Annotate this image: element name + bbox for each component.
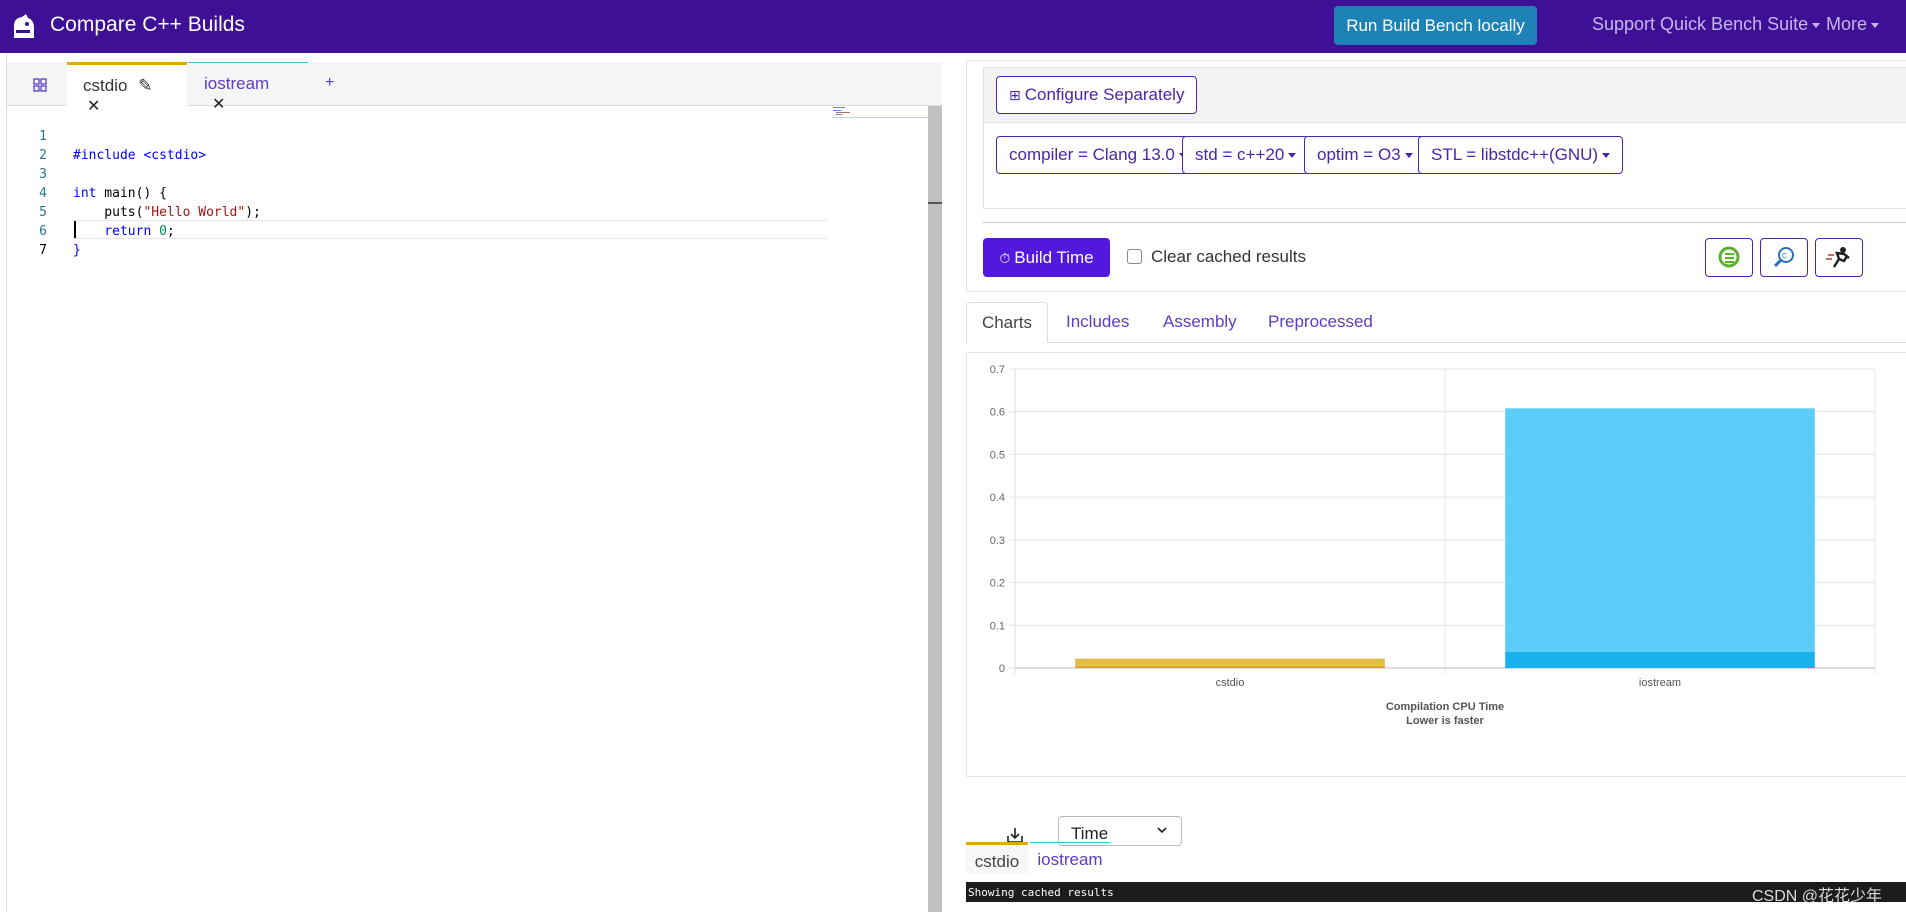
- editor-pane: cstdio ✎ ✕ iostream ✕ + 1 #include <cstd…: [6, 54, 942, 912]
- build-time-button[interactable]: ⏱ Build Time: [983, 238, 1110, 277]
- config-options: compiler = Clang 13.0 std = c++20 optim …: [983, 123, 1906, 209]
- code-editor[interactable]: 1 #include <cstdio> 2 3 int main() { 4 p…: [7, 106, 933, 912]
- bar-iostream: [1505, 651, 1815, 668]
- scrollbar-marker: [928, 202, 942, 204]
- clear-cache-label: Clear cached results: [1151, 247, 1306, 266]
- quick-bench-button[interactable]: [1705, 238, 1753, 277]
- code-text: }: [73, 243, 81, 258]
- chart-container: 0 0.1 0.2 0.3 0.4 0.5 0.6 0.7 cstdio iostream Comp…: [966, 352, 1906, 777]
- split-icon: ⊞: [1009, 87, 1021, 103]
- code-line: 3 int main() {: [7, 146, 827, 201]
- compiler-dropdown-label: compiler = Clang 13.0: [1009, 145, 1175, 164]
- y-tick-label: 0.2: [990, 578, 1005, 590]
- layout-grid-icon[interactable]: [33, 78, 47, 92]
- include-search-button[interactable]: C: [1760, 238, 1808, 277]
- support-menu[interactable]: Support Quick Bench Suite: [1592, 14, 1821, 35]
- tab-iostream[interactable]: iostream ✕: [188, 62, 308, 113]
- runner-button[interactable]: [1815, 238, 1863, 277]
- navbar: Compare C++ Builds Run Build Bench local…: [0, 0, 1906, 53]
- x-tick-label: iostream: [1639, 677, 1681, 689]
- support-menu-label: Support Quick Bench Suite: [1592, 14, 1809, 34]
- svg-text:C: C: [1782, 253, 1787, 260]
- y-tick-label: 0.4: [990, 492, 1005, 504]
- text-cursor: [74, 221, 76, 238]
- magnifier-icon: C: [1773, 247, 1794, 268]
- pencil-icon[interactable]: ✎: [138, 76, 152, 95]
- run-locally-button[interactable]: Run Build Bench locally: [1334, 6, 1537, 45]
- optim-dropdown-label: optim = O3: [1317, 145, 1401, 164]
- output-tabs: cstdio iostream: [966, 842, 1906, 874]
- runner-icon: [1826, 247, 1850, 268]
- build-time-label: Build Time: [1014, 248, 1094, 267]
- editor-tabbar: cstdio ✎ ✕ iostream ✕ +: [7, 62, 942, 115]
- metric-select-value: Time: [1071, 824, 1109, 843]
- caret-down-icon: [1602, 153, 1611, 159]
- more-menu[interactable]: More: [1826, 14, 1880, 35]
- x-tick-label: cstdio: [1216, 677, 1245, 689]
- watermark: CSDN @花花少年: [1752, 888, 1883, 905]
- std-dropdown-label: std = c++20: [1195, 145, 1285, 164]
- output-tab-iostream[interactable]: iostream: [1030, 842, 1110, 874]
- code-line: 2: [7, 127, 827, 163]
- output-tab-cstdio[interactable]: cstdio: [966, 842, 1028, 874]
- tab-cstdio[interactable]: cstdio ✎ ✕: [67, 62, 187, 115]
- tab-includes[interactable]: Includes: [1066, 302, 1129, 343]
- bar-cstdio: [1075, 658, 1385, 666]
- result-tabs: Charts Includes Assembly Preprocessed: [966, 302, 1906, 343]
- divider: [983, 222, 1906, 223]
- more-menu-label: More: [1826, 14, 1868, 34]
- configure-separately-button[interactable]: ⊞ Configure Separately: [996, 76, 1198, 114]
- caret-down-icon: [1404, 153, 1413, 159]
- status-text: Showing cached results: [968, 886, 1114, 899]
- code-line: 1 #include <cstdio>: [7, 108, 827, 163]
- app-root: Compare C++ Builds Run Build Bench local…: [0, 0, 1906, 912]
- code-line: 7: [7, 222, 827, 258]
- tab-label: iostream: [204, 74, 270, 93]
- compiler-dropdown[interactable]: compiler = Clang 13.0: [996, 136, 1200, 174]
- caret-down-icon: [1812, 22, 1821, 28]
- caret-down-icon: [1871, 22, 1880, 28]
- clear-cache-checkbox[interactable]: [1127, 249, 1142, 264]
- y-tick-label: 0.7: [990, 364, 1005, 376]
- code-line: 5 return 0;: [7, 184, 827, 239]
- tab-label: cstdio: [83, 76, 128, 95]
- chevron-down-icon: [1157, 827, 1167, 834]
- y-tick-label: 0.3: [990, 535, 1005, 547]
- quick-bench-icon: [1718, 246, 1740, 268]
- chart-title: Compilation CPU Time: [1386, 701, 1504, 713]
- code-minimap[interactable]: [833, 106, 933, 120]
- stl-dropdown[interactable]: STL = libstdc++(GNU): [1418, 136, 1624, 174]
- bench-logo-icon[interactable]: [10, 12, 40, 40]
- caret-down-icon: [1288, 153, 1297, 159]
- line-number: 7: [39, 243, 47, 258]
- optim-dropdown[interactable]: optim = O3: [1304, 136, 1426, 174]
- chart-subtitle: Lower is faster: [1406, 715, 1484, 727]
- results-pane: ⊞ Configure Separately compiler = Clang 1…: [966, 60, 1906, 912]
- config-card: ⊞ Configure Separately compiler = Clang 1…: [966, 60, 1906, 292]
- add-tab-button[interactable]: +: [325, 74, 334, 92]
- y-tick-label: 0.6: [990, 407, 1005, 419]
- editor-scrollbar[interactable]: [928, 106, 942, 912]
- config-header: ⊞ Configure Separately: [983, 67, 1906, 123]
- build-time-chart: 0 0.1 0.2 0.3 0.4 0.5 0.6 0.7 cstdio iostream Comp…: [990, 364, 1876, 727]
- stopwatch-icon: ⏱: [999, 250, 1011, 266]
- y-tick-label: 0: [999, 663, 1005, 675]
- tab-charts[interactable]: Charts: [966, 302, 1048, 343]
- configure-separately-label: Configure Separately: [1024, 85, 1185, 104]
- std-dropdown[interactable]: std = c++20: [1182, 136, 1310, 174]
- y-tick-label: 0.1: [990, 620, 1005, 632]
- bar-iostream: [1505, 408, 1815, 652]
- y-tick-label: 0.5: [990, 449, 1005, 461]
- tab-assembly[interactable]: Assembly: [1163, 302, 1237, 343]
- bar-cstdio: [1075, 665, 1385, 668]
- app-title[interactable]: Compare C++ Builds: [50, 13, 245, 37]
- tab-preprocessed[interactable]: Preprocessed: [1268, 302, 1373, 343]
- chart-tools: Time: [966, 816, 1906, 846]
- stl-dropdown-label: STL = libstdc++(GNU): [1431, 145, 1599, 164]
- code-line: 4 puts("Hello World");: [7, 165, 827, 220]
